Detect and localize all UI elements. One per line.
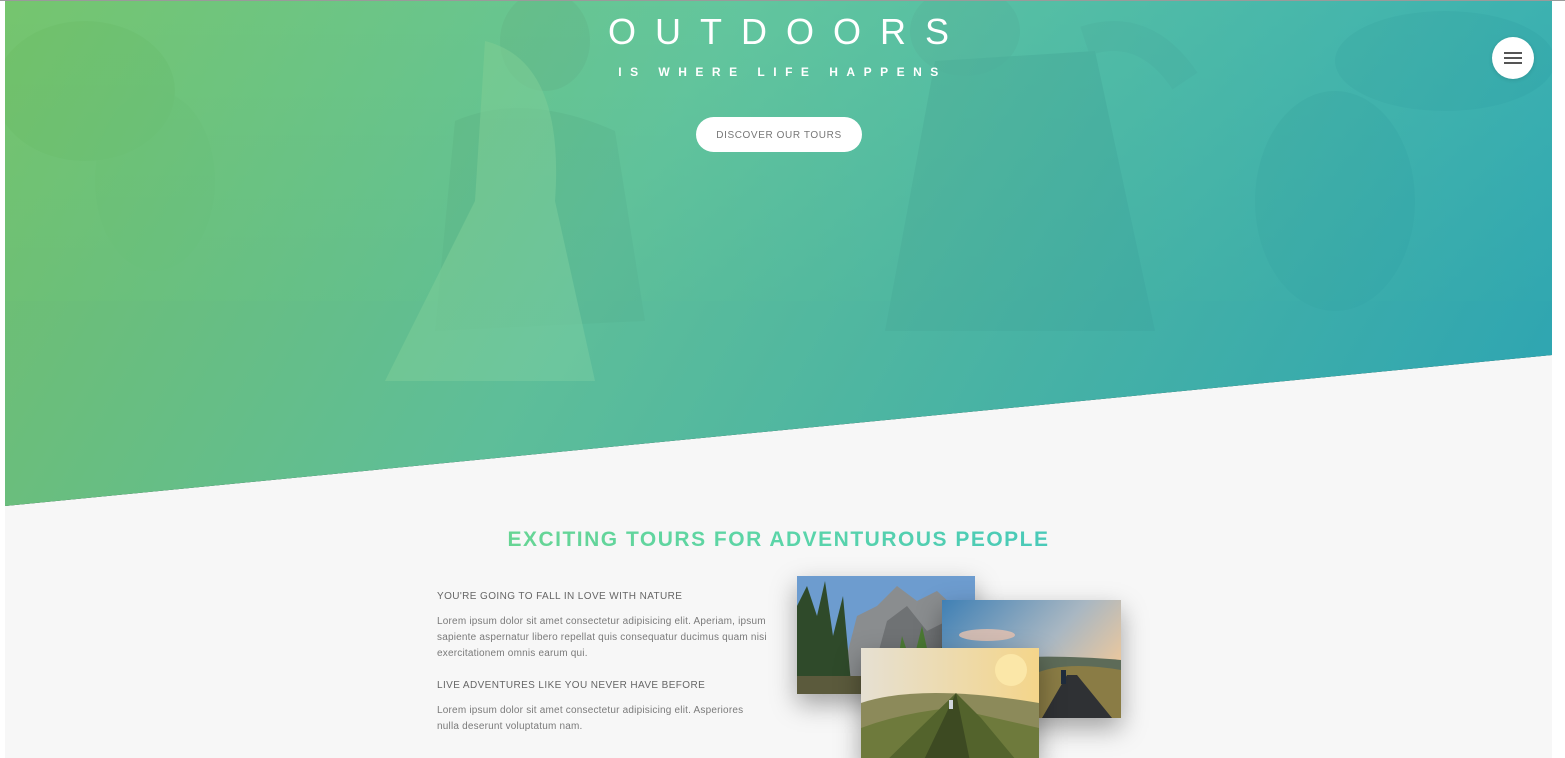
hero-title: OUTDOORS	[607, 11, 968, 52]
hero-header: OUTDOORS IS WHERE LIFE HAPPENS DISCOVER …	[5, 1, 1552, 506]
page: OUTDOORS IS WHERE LIFE HAPPENS DISCOVER …	[5, 1, 1552, 758]
about-heading-1: YOU'RE GOING TO FALL IN LOVE WITH NATURE	[437, 591, 683, 602]
mountain-ridge-photo	[861, 648, 1039, 758]
hero-subtitle: IS WHERE LIFE HAPPENS	[618, 65, 947, 79]
about-paragraph-1: Lorem ipsum dolor sit amet consectetur a…	[437, 616, 767, 659]
menu-bar	[1504, 57, 1522, 59]
discover-tours-button[interactable]: DISCOVER OUR TOURS	[696, 117, 862, 152]
about-text-column: YOU'RE GOING TO FALL IN LOVE WITH NATURE…	[437, 591, 767, 753]
section-heading: EXCITING TOURS FOR ADVENTUROUS PEOPLE	[5, 528, 1552, 552]
menu-bar	[1504, 52, 1522, 54]
menu-bar	[1504, 62, 1522, 64]
about-paragraph-2: Lorem ipsum dolor sit amet consectetur a…	[437, 705, 744, 732]
navigation-menu-button[interactable]	[1492, 37, 1534, 79]
about-heading-2: LIVE ADVENTURES LIKE YOU NEVER HAVE BEFO…	[437, 680, 706, 691]
right-gutter	[1552, 1, 1565, 758]
